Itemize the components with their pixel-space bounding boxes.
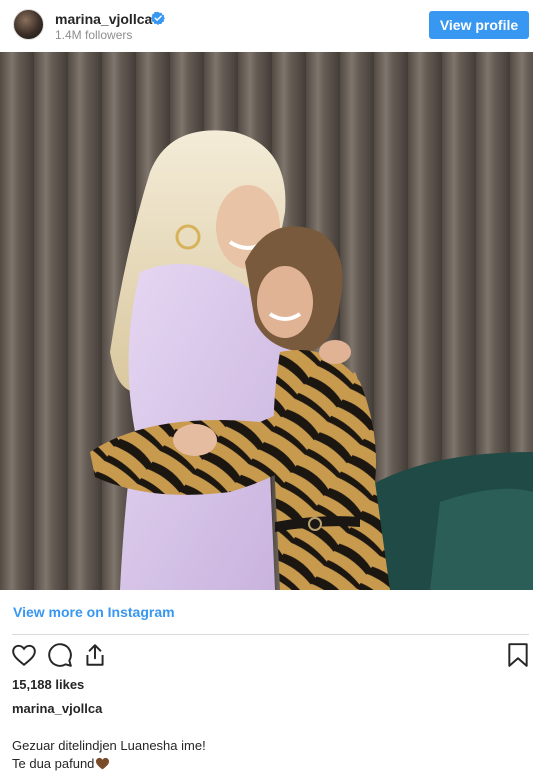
caption-username[interactable]: marina_vjollca [12, 701, 102, 716]
heart-icon[interactable] [11, 642, 37, 668]
brown-heart-icon [96, 757, 110, 770]
post-photo[interactable] [0, 52, 533, 590]
avatar[interactable] [13, 9, 44, 40]
view-profile-button[interactable]: View profile [429, 11, 529, 39]
caption-line-2: Te dua pafund [12, 756, 110, 771]
caption-line-1: Gezuar ditelindjen Luanesha ime! [12, 738, 206, 753]
view-more-link[interactable]: View more on Instagram [13, 604, 175, 620]
username[interactable]: marina_vjollca [55, 11, 152, 27]
comment-icon[interactable] [47, 642, 73, 668]
caption-text: Te dua pafund [12, 756, 95, 771]
follower-count: 1.4M followers [55, 28, 133, 42]
verified-badge-icon [151, 11, 165, 25]
divider [12, 634, 529, 635]
like-count[interactable]: 15,188 likes [12, 677, 84, 692]
share-icon[interactable] [82, 642, 108, 668]
bookmark-icon[interactable] [505, 642, 531, 668]
post-header: marina_vjollca 1.4M followers View profi… [0, 0, 533, 52]
